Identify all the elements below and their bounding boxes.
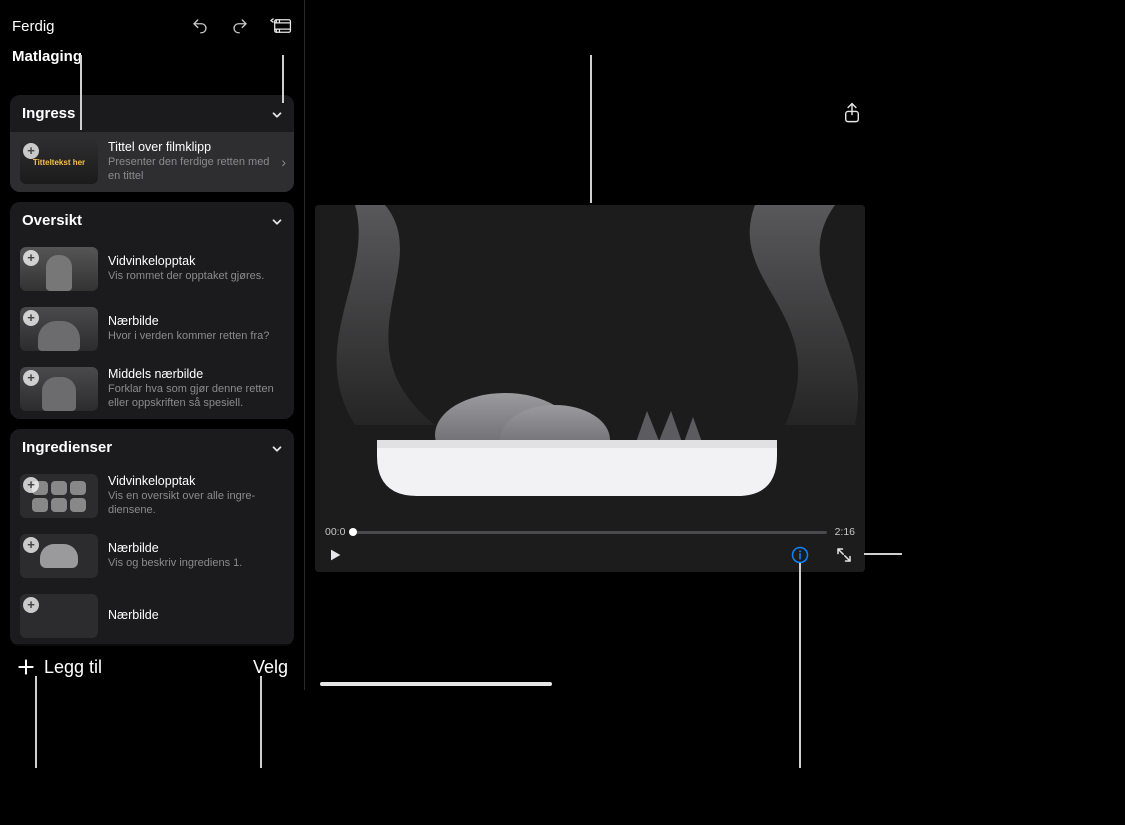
storyboard-item[interactable]: + Titteltekst her Tittel over filmklipp … (10, 132, 294, 192)
callout-leader (80, 55, 82, 130)
callout-leader (864, 553, 902, 555)
item-desc: Vis og beskriv ingrediens 1. (108, 557, 284, 571)
item-thumb: + (20, 474, 98, 518)
item-desc: Vis en oversikt over alle ingre-diensene… (108, 490, 284, 518)
item-thumb: + (20, 594, 98, 638)
item-thumb: + Titteltekst her (20, 140, 98, 184)
storyboard-item[interactable]: + Middels nærbilde Forklar hva som gjør … (10, 359, 294, 419)
item-desc: Hvor i verden kommer retten fra? (108, 330, 284, 344)
undo-icon[interactable] (190, 17, 210, 35)
timeline-icon[interactable] (270, 17, 292, 35)
fullscreen-icon[interactable] (835, 546, 853, 564)
time-total: 2:16 (835, 526, 855, 538)
storyboard-sidebar: Ferdig (0, 0, 305, 690)
sidebar-header: Ferdig (0, 0, 304, 95)
home-indicator (320, 682, 552, 686)
section-header[interactable]: Ingress (10, 95, 294, 132)
sidebar-bottom-bar: Legg til Velg (0, 644, 304, 690)
add-media-badge-icon[interactable]: + (23, 310, 39, 326)
app-window: Ferdig (0, 0, 1125, 690)
item-thumb: + (20, 534, 98, 578)
done-button[interactable]: Ferdig (12, 18, 55, 35)
chevron-down-icon (270, 215, 282, 227)
add-button[interactable]: Legg til (16, 657, 102, 678)
info-icon[interactable] (791, 546, 809, 564)
chevron-right-icon: › (281, 154, 286, 170)
section-title: Oversikt (22, 212, 82, 229)
preview-controls: 00:0 2:16 (315, 518, 865, 572)
item-title: Tittel over filmklipp (108, 140, 284, 154)
item-thumb: + (20, 307, 98, 351)
storyboard-item[interactable]: + Nærbilde Hvor i verden kommer retten f… (10, 299, 294, 359)
select-button[interactable]: Velg (253, 657, 288, 678)
add-media-badge-icon[interactable]: + (23, 597, 39, 613)
item-title: Nærbilde (108, 314, 284, 328)
add-media-badge-icon[interactable]: + (23, 370, 39, 386)
preview-scene (315, 205, 865, 518)
item-title: Vidvinkelopptak (108, 474, 284, 488)
sidebar-scroll[interactable]: Ingress + Titteltekst her Tittel over fi… (0, 95, 304, 690)
preview-player: 00:0 2:16 (315, 205, 865, 572)
callout-leader (799, 563, 801, 768)
callout-leader (35, 676, 37, 768)
add-media-badge-icon[interactable]: + (23, 537, 39, 553)
add-label: Legg til (44, 657, 102, 678)
callout-leader (260, 676, 262, 768)
scrubber-row: 00:0 2:16 (315, 518, 865, 542)
add-media-badge-icon[interactable]: + (23, 143, 39, 159)
add-media-badge-icon[interactable]: + (23, 477, 39, 493)
storyboard-item[interactable]: + Nærbilde Vis og beskriv ingrediens 1. (10, 526, 294, 586)
thumb-label: Titteltekst her (33, 158, 85, 167)
header-icons (190, 17, 292, 35)
chevron-down-icon (270, 108, 282, 120)
section-ingress: Ingress + Titteltekst her Tittel over fi… (10, 95, 294, 192)
callout-leader (590, 55, 592, 203)
share-icon[interactable] (842, 102, 862, 124)
item-thumb: + (20, 247, 98, 291)
callout-leader (282, 55, 284, 103)
play-icon[interactable] (327, 547, 343, 563)
time-current: 00:0 (325, 526, 345, 538)
item-title: Middels nærbilde (108, 367, 284, 381)
preview-stage[interactable] (315, 205, 865, 518)
section-ingredienser: Ingredienser + Vidvinkelopptak Vis en ov… (10, 429, 294, 646)
item-title: Nærbilde (108, 541, 284, 555)
storyboard-item[interactable]: + Vidvinkelopptak Vis rommet der opptake… (10, 239, 294, 299)
item-desc: Forklar hva som gjør denne retten eller … (108, 383, 284, 411)
storyboard-item[interactable]: + Vidvinkelopptak Vis en oversikt over a… (10, 466, 294, 526)
section-header[interactable]: Oversikt (10, 202, 294, 239)
section-header[interactable]: Ingredienser (10, 429, 294, 466)
item-title: Nærbilde (108, 608, 284, 622)
item-desc: Vis rommet der opptaket gjøres. (108, 270, 284, 284)
plus-icon (16, 657, 36, 677)
scrubber-knob[interactable] (349, 528, 357, 536)
chevron-down-icon (270, 442, 282, 454)
storyboard-item[interactable]: + Nærbilde (10, 586, 294, 646)
add-media-badge-icon[interactable]: + (23, 250, 39, 266)
section-title: Ingress (22, 105, 75, 122)
section-oversikt: Oversikt + Vidvinkelopptak Vis rommet de… (10, 202, 294, 419)
item-thumb: + (20, 367, 98, 411)
item-title: Vidvinkelopptak (108, 254, 284, 268)
item-desc: Presenter den ferdige retten med en titt… (108, 156, 284, 184)
redo-icon[interactable] (230, 17, 250, 35)
project-title: Matlaging (12, 46, 292, 71)
scrubber[interactable] (353, 531, 826, 534)
section-title: Ingredienser (22, 439, 112, 456)
